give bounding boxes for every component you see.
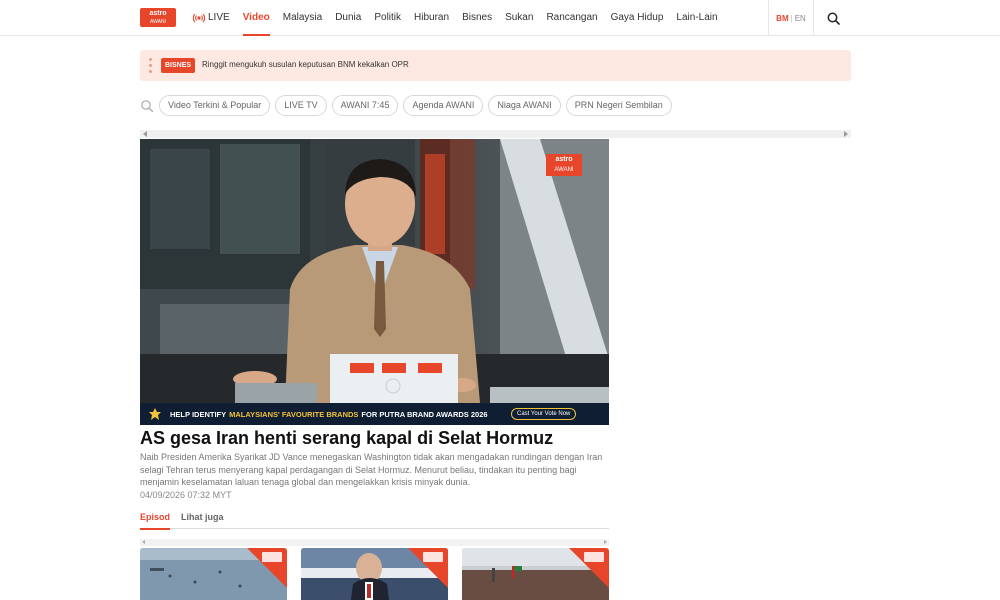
- astro-awani-watermark: astro AWANI: [546, 154, 582, 176]
- nav-item-hiburan[interactable]: Hiburan: [414, 0, 449, 36]
- scroll-left-arrow-icon[interactable]: [142, 540, 145, 544]
- nav-item-sukan[interactable]: Sukan: [505, 0, 533, 36]
- nav-item-bisnes[interactable]: Bisnes: [462, 0, 492, 36]
- chip-video-terkini[interactable]: Video Terkini & Popular: [159, 95, 271, 116]
- episode-thumbnail[interactable]: [140, 548, 287, 600]
- video-frame-news-anchor: [140, 139, 609, 403]
- episode-thumbnail[interactable]: [301, 548, 448, 600]
- ticker-headline[interactable]: Ringgit mengukuh susulan keputusan BNM k…: [202, 59, 409, 71]
- astro-awani-logo[interactable]: astro AWANI: [140, 8, 176, 27]
- search-icon: [827, 12, 840, 25]
- nav-item-rancangan[interactable]: Rancangan: [546, 0, 597, 36]
- video-tabs: Episod Lihat juga: [140, 508, 609, 530]
- ad-text-pre: HELP IDENTIFY: [170, 409, 227, 419]
- lang-separator: |: [790, 13, 793, 23]
- horizontal-scrollbar[interactable]: [140, 130, 851, 138]
- nav-item-video[interactable]: Video: [242, 0, 270, 36]
- ad-cta-button[interactable]: Cast Your Vote Now: [511, 408, 577, 420]
- video-summary: Naib Presiden Amerika Syarikat JD Vance …: [140, 452, 603, 487]
- main-nav: LIVE Video Malaysia Dunia Politik Hibura…: [193, 0, 731, 36]
- tab-episod[interactable]: Episod: [140, 512, 171, 530]
- nav-item-dunia[interactable]: Dunia: [335, 0, 361, 36]
- chip-niaga-awani[interactable]: Niaga AWANI: [488, 95, 561, 116]
- language-switcher: BM | EN: [768, 0, 814, 36]
- nav-item-malaysia[interactable]: Malaysia: [283, 0, 322, 36]
- site-header: astro AWANI LIVE Video Malaysia Dunia Po…: [0, 0, 1000, 36]
- lang-bm-link[interactable]: BM: [776, 14, 788, 23]
- astro-mini-logo: [423, 552, 443, 562]
- award-logo-icon: [149, 408, 161, 420]
- nav-item-lain-lain[interactable]: Lain-Lain: [676, 0, 717, 36]
- scroll-right-arrow-icon[interactable]: [604, 540, 607, 544]
- video-ad-banner[interactable]: HELP IDENTIFY MALAYSIANS' FAVOURITE BRAN…: [140, 403, 609, 425]
- nav-item-live[interactable]: LIVE: [193, 0, 230, 36]
- video-timestamp: 04/09/2026 07:32 MYT: [140, 490, 232, 500]
- ad-text-highlight: MALAYSIANS' FAVOURITE BRANDS: [229, 409, 359, 419]
- nav-item-label: LIVE: [208, 12, 230, 23]
- news-ticker[interactable]: BISNES Ringgit mengukuh susulan keputusa…: [140, 50, 851, 81]
- episode-scrollbar[interactable]: [140, 539, 609, 546]
- chip-prn-negeri-sembilan[interactable]: PRN Negeri Sembilan: [565, 95, 672, 116]
- scroll-right-arrow-icon[interactable]: [844, 131, 848, 137]
- search-icon[interactable]: [140, 99, 154, 113]
- ticker-category-badge: BISNES: [161, 58, 196, 73]
- search-button[interactable]: [815, 0, 851, 36]
- episode-thumbnail[interactable]: [462, 548, 609, 600]
- scroll-left-arrow-icon[interactable]: [143, 131, 147, 137]
- chip-live-tv[interactable]: LIVE TV: [275, 95, 327, 116]
- lang-en-link[interactable]: EN: [795, 14, 806, 23]
- chip-awani-745[interactable]: AWANI 7:45: [331, 95, 399, 116]
- astro-mini-logo: [584, 552, 604, 562]
- ticker-drag-handle-icon: [149, 58, 152, 74]
- ad-text-post: FOR PUTRA BRAND AWARDS 2026: [361, 409, 488, 419]
- tab-lihat-juga[interactable]: Lihat juga: [181, 512, 224, 529]
- video-category-chips: Video Terkini & Popular LIVE TV AWANI 7:…: [140, 95, 677, 116]
- nav-item-gaya-hidup[interactable]: Gaya Hidup: [611, 0, 664, 36]
- live-broadcast-icon: [193, 13, 205, 23]
- nav-item-politik[interactable]: Politik: [374, 0, 401, 36]
- chip-agenda-awani[interactable]: Agenda AWANI: [403, 95, 484, 116]
- video-headline: AS gesa Iran henti serang kapal di Selat…: [140, 428, 554, 448]
- astro-mini-logo: [262, 552, 282, 562]
- video-player[interactable]: astro AWANI HELP IDENTIFY MALAYSIANS' FA…: [140, 139, 609, 425]
